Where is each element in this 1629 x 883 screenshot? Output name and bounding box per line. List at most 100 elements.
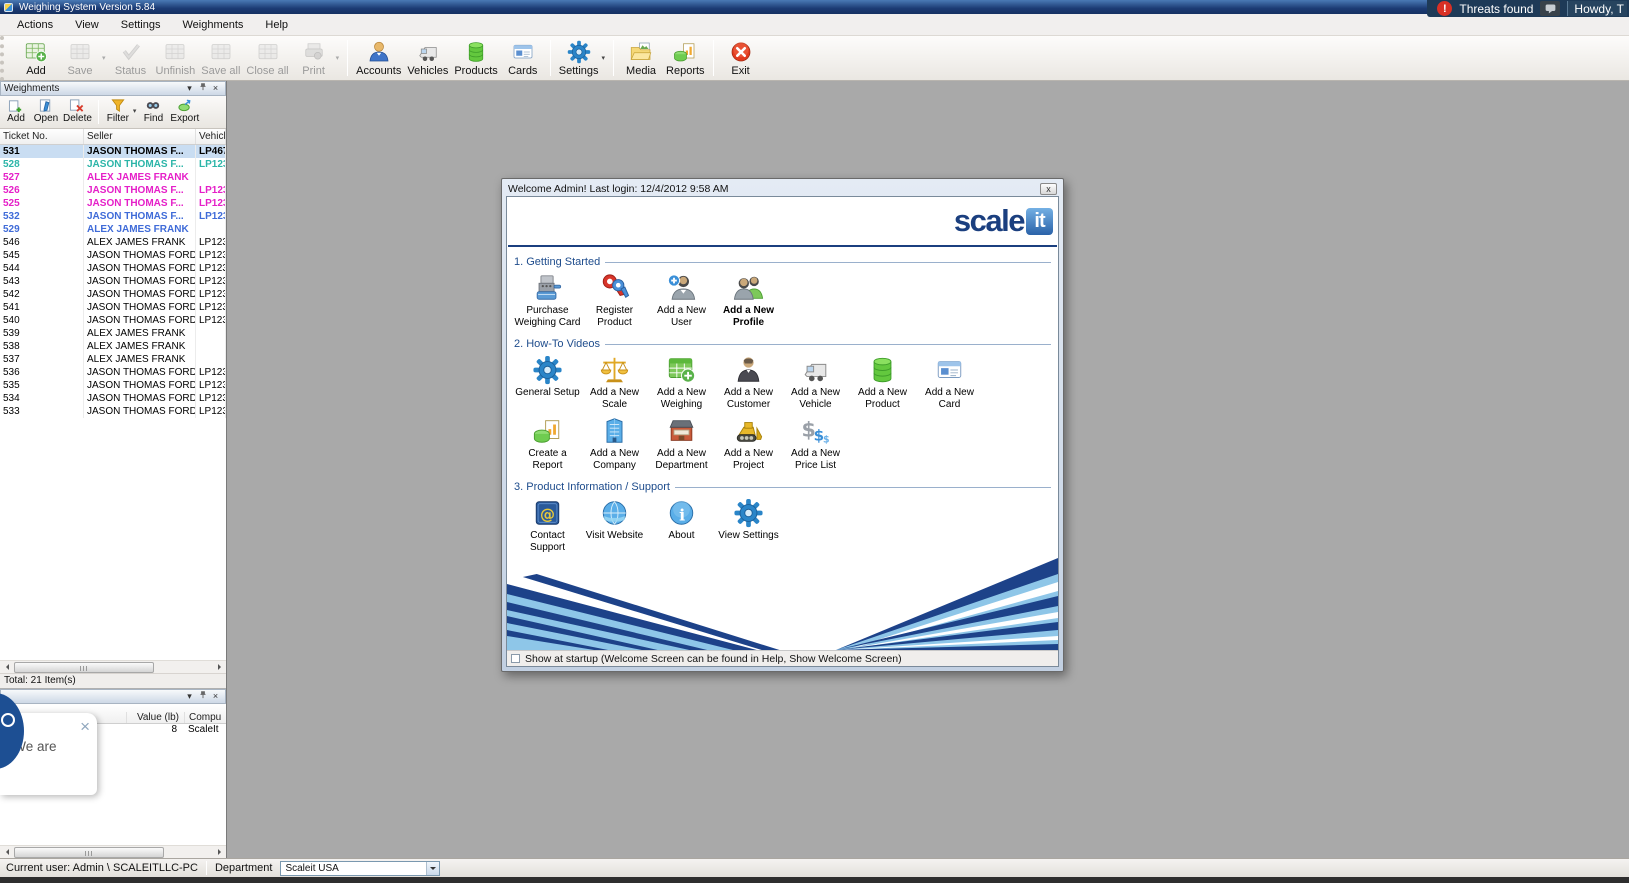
weighment-row[interactable]: 536 JASON THOMAS FORD LP1234 — [0, 366, 226, 379]
scroll-right-arrow[interactable] — [214, 847, 225, 858]
menu-item[interactable]: Actions — [6, 16, 64, 34]
toolbar-button[interactable]: Products — [451, 37, 500, 79]
toolbar-button[interactable]: Settings ▾ — [556, 37, 608, 79]
dropdown-arrow-icon[interactable]: ▾ — [102, 54, 106, 62]
department-dropdown[interactable]: Scaleit USA — [280, 860, 441, 876]
dialog-shortcut[interactable]: Add a New Vehicle — [782, 355, 849, 411]
panel-close-icon[interactable]: × — [209, 82, 222, 95]
panel-toolbar-button[interactable] — [97, 100, 99, 124]
toolbar-button[interactable] — [347, 40, 349, 76]
scrollbar-track[interactable] — [12, 846, 214, 858]
weighment-row[interactable]: 527 ALEX JAMES FRANK — [0, 171, 226, 184]
panel-toolbar-button[interactable]: Filter ▾ — [103, 98, 139, 124]
column-header-ticket[interactable]: Ticket No. — [0, 129, 84, 144]
column-header-seller[interactable]: Seller — [84, 129, 196, 144]
chat-bubble-icon[interactable] — [1540, 1, 1561, 16]
weighment-row[interactable]: 535 JASON THOMAS FORD LP1234 — [0, 379, 226, 392]
weighment-row[interactable]: 545 JASON THOMAS FORD LP1234 — [0, 249, 226, 262]
toolbar-button[interactable]: Accounts — [353, 37, 404, 79]
dialog-shortcut[interactable]: Add a New Card — [916, 355, 983, 411]
notification-overlay[interactable]: ! Threats found Howdy, T — [1427, 0, 1629, 17]
toolbar-button[interactable]: Print ▾ — [292, 37, 343, 79]
weighment-row[interactable]: 533 JASON THOMAS FORD LP1234 — [0, 405, 226, 418]
weighment-row[interactable]: 542 JASON THOMAS FORD LP1234 — [0, 288, 226, 301]
dialog-shortcut[interactable]: Add a New Profile — [715, 273, 782, 329]
dialog-close-button[interactable]: x — [1040, 182, 1057, 195]
weighment-row[interactable]: 534 JASON THOMAS FORD LP1234 — [0, 392, 226, 405]
panel-menu-chevron-icon[interactable]: ▾ — [183, 82, 196, 95]
panel-toolbar-button[interactable]: Add — [1, 98, 31, 124]
weighment-row[interactable]: 544 JASON THOMAS FORD LP1234 — [0, 262, 226, 275]
toolbar-button[interactable]: Reports — [663, 37, 708, 79]
dialog-shortcut[interactable]: Contact Support — [514, 498, 581, 554]
scrollbar-track[interactable] — [12, 661, 214, 673]
toolbar-button[interactable]: Media — [619, 37, 663, 79]
dialog-shortcut[interactable]: Add a New Customer — [715, 355, 782, 411]
menu-item[interactable]: Help — [254, 16, 299, 34]
weighment-row[interactable]: 532 JASON THOMAS F... LP123 — [0, 210, 226, 223]
scroll-left-arrow[interactable] — [1, 847, 12, 858]
weighment-row[interactable]: 525 JASON THOMAS F... LP123 — [0, 197, 226, 210]
horizontal-scrollbar[interactable] — [0, 660, 226, 673]
dialog-shortcut[interactable]: Add a New Scale — [581, 355, 648, 411]
panel-toolbar-button[interactable]: Find — [138, 98, 168, 124]
scrollbar-thumb[interactable] — [14, 661, 154, 673]
weighment-row[interactable]: 537 ALEX JAMES FRANK — [0, 353, 226, 366]
weighment-row[interactable]: 538 ALEX JAMES FRANK — [0, 340, 226, 353]
dialog-shortcut[interactable]: General Setup — [514, 355, 581, 411]
dropdown-arrow-icon[interactable]: ▾ — [336, 54, 340, 62]
weighment-row[interactable]: 531 JASON THOMAS F... LP467 — [0, 145, 226, 158]
dialog-shortcut[interactable]: Add a New User — [648, 273, 715, 329]
menu-item[interactable]: Weighments — [171, 16, 254, 34]
column-header-vehicle[interactable]: Vehicle — [196, 129, 226, 144]
toolbar-button[interactable]: Save ▾ — [58, 37, 109, 79]
panel-pin-icon[interactable] — [196, 82, 209, 96]
weighment-row[interactable]: 529 ALEX JAMES FRANK — [0, 223, 226, 236]
scrollbar-thumb[interactable] — [14, 846, 164, 858]
horizontal-scrollbar[interactable] — [0, 845, 226, 858]
weighment-row[interactable]: 540 JASON THOMAS FORD LP1234 — [0, 314, 226, 327]
weighment-row[interactable]: 539 ALEX JAMES FRANK — [0, 327, 226, 340]
toolbar-button[interactable] — [549, 40, 551, 76]
menu-item[interactable]: Settings — [110, 16, 172, 34]
dialog-shortcut[interactable]: Add a New Project — [715, 416, 782, 472]
weighment-row[interactable]: 528 JASON THOMAS F... LP123 — [0, 158, 226, 171]
menu-item[interactable]: View — [64, 16, 110, 34]
dialog-shortcut[interactable]: Register Product — [581, 273, 648, 329]
panel-toolbar-button[interactable]: Export — [168, 98, 201, 124]
toolbar-button[interactable]: Exit — [719, 37, 763, 79]
dropdown-arrow-icon[interactable]: ▾ — [133, 107, 137, 115]
toolbar-button[interactable] — [613, 40, 615, 76]
show-at-startup-checkbox[interactable] — [511, 654, 520, 663]
chat-close-icon[interactable]: × — [80, 718, 90, 735]
column-header-computer[interactable]: Compu — [184, 712, 226, 723]
dialog-shortcut[interactable]: Add a New Price List — [782, 416, 849, 472]
combo-arrow-icon[interactable] — [426, 861, 440, 875]
dialog-shortcut[interactable]: About — [648, 498, 715, 554]
dialog-shortcut[interactable]: Add a New Company — [581, 416, 648, 472]
weighment-row[interactable]: 526 JASON THOMAS F... LP123 — [0, 184, 226, 197]
dialog-shortcut[interactable]: View Settings — [715, 498, 782, 554]
dialog-shortcut[interactable]: Add a New Product — [849, 355, 916, 411]
dropdown-arrow-icon[interactable]: ▾ — [602, 54, 606, 62]
weighments-table-header[interactable]: Ticket No. Seller Vehicle — [0, 129, 226, 145]
dialog-shortcut[interactable]: Add a New Department — [648, 416, 715, 472]
panel-toolbar-button[interactable]: Open — [31, 98, 61, 124]
toolbar-button[interactable]: Status — [109, 37, 153, 79]
toolbar-button[interactable]: Vehicles — [404, 37, 451, 79]
weighment-row[interactable]: 546 ALEX JAMES FRANK LP1234 — [0, 236, 226, 249]
column-header-value[interactable]: Value (lb) — [126, 712, 184, 723]
dialog-shortcut[interactable]: Add a New Weighing — [648, 355, 715, 411]
dialog-shortcut[interactable]: Visit Website — [581, 498, 648, 554]
panel-close-icon[interactable]: × — [209, 690, 222, 703]
panel-menu-chevron-icon[interactable]: ▾ — [183, 690, 196, 703]
weighment-row[interactable]: 543 JASON THOMAS FORD LP1234 — [0, 275, 226, 288]
panel-pin-icon[interactable] — [196, 690, 209, 704]
toolbar-button[interactable]: Add — [14, 37, 58, 79]
panel-toolbar-button[interactable]: Delete — [61, 98, 94, 124]
scroll-right-arrow[interactable] — [214, 662, 225, 673]
scroll-left-arrow[interactable] — [1, 662, 12, 673]
toolbar-button[interactable]: Close all — [243, 37, 291, 79]
dialog-shortcut[interactable]: Purchase Weighing Card — [514, 273, 581, 329]
dialog-shortcut[interactable]: Create a Report — [514, 416, 581, 472]
